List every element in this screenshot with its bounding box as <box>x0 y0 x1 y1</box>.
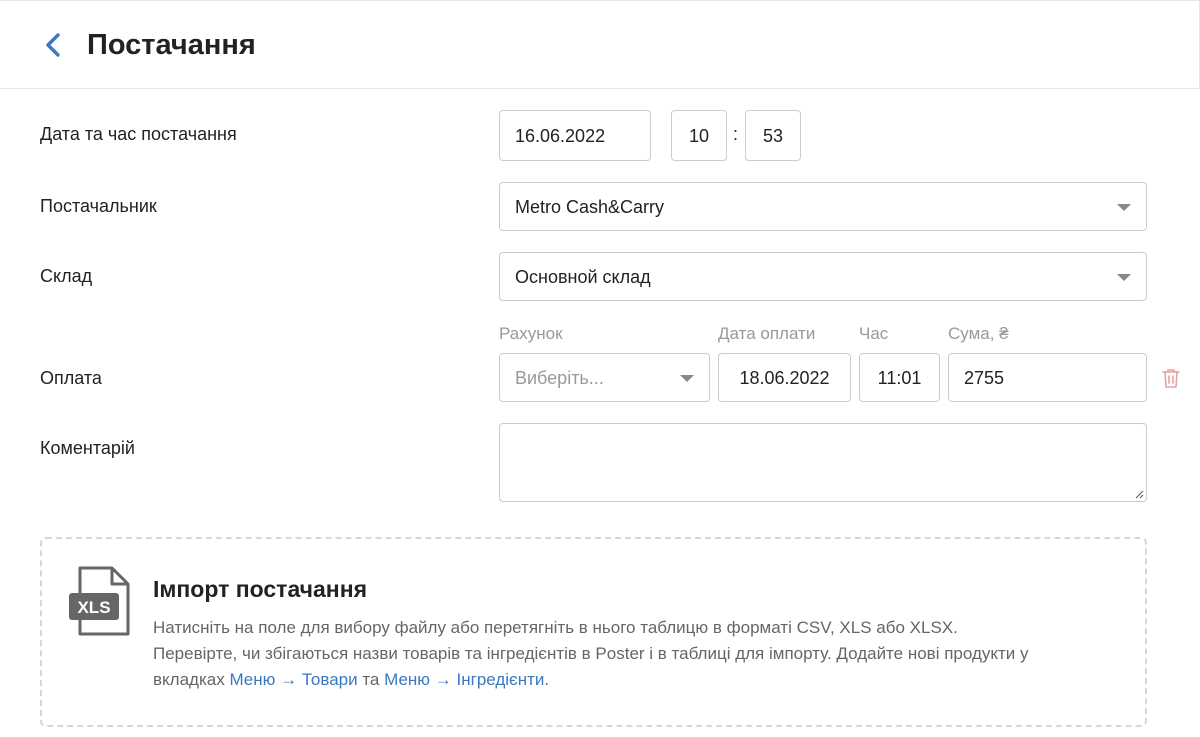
supply-hour-input[interactable]: 10 <box>671 110 727 161</box>
pay-date-label: Дата оплати <box>718 324 816 343</box>
warehouse-select[interactable]: Основной склад <box>499 252 1147 301</box>
chevron-left-icon <box>46 33 60 57</box>
back-button[interactable] <box>38 29 66 61</box>
pay-time-label: Час <box>859 324 889 343</box>
warehouse-value: Основной склад <box>515 266 651 287</box>
account-placeholder: Виберіть... <box>515 367 604 388</box>
import-text-middle: та <box>357 670 385 689</box>
pay-time-value: 11:01 <box>877 367 922 388</box>
xls-icon-text: XLS <box>77 598 110 617</box>
import-text-prefix: вкладках <box>153 670 230 689</box>
xls-file-icon: XLS <box>69 566 130 636</box>
pay-date-value: 18.06.2022 <box>739 367 830 388</box>
payment-label: Оплата <box>40 368 102 388</box>
import-text-line-1: Натисніть на поле для вибору файлу або п… <box>153 618 958 637</box>
supplier-value: Metro Cash&Carry <box>515 196 665 217</box>
page-title: Постачання <box>87 29 256 61</box>
supply-date-input[interactable]: 16.06.2022 <box>499 110 651 161</box>
sum-value: 2755 <box>964 367 1005 388</box>
supply-minute-value: 53 <box>762 125 784 146</box>
menu-ingredients-link[interactable]: Меню → Інгредієнти <box>384 670 544 689</box>
supplier-select[interactable]: Metro Cash&Carry <box>499 182 1147 231</box>
comment-label: Коментарій <box>40 438 135 458</box>
import-description: Натисніть на поле для вибору файлу або п… <box>153 615 1133 693</box>
supply-date-value: 16.06.2022 <box>515 125 606 146</box>
comment-textarea[interactable] <box>499 423 1147 502</box>
warehouse-label: Склад <box>40 266 93 286</box>
sum-label: Сума, ₴ <box>948 324 1009 343</box>
pay-time-input[interactable]: 11:01 <box>859 353 940 402</box>
import-text-line-2: Перевірте, чи збігаються назви товарів т… <box>153 644 1029 663</box>
import-title: Імпорт постачання <box>153 576 368 602</box>
resize-grip-icon[interactable] <box>1134 489 1144 499</box>
trash-icon <box>1162 369 1180 388</box>
account-label: Рахунок <box>499 324 563 343</box>
time-separator: : <box>733 124 739 144</box>
account-select[interactable]: Виберіть... <box>499 353 710 402</box>
page-header: Постачання <box>0 0 1200 89</box>
datetime-label: Дата та час постачання <box>40 124 237 144</box>
supply-minute-input[interactable]: 53 <box>745 110 801 161</box>
supplier-label: Постачальник <box>40 196 157 216</box>
import-text-suffix: . <box>544 670 550 689</box>
pay-date-input[interactable]: 18.06.2022 <box>718 353 851 402</box>
chevron-down-icon <box>680 374 694 382</box>
chevron-down-icon <box>1117 273 1131 281</box>
supply-hour-value: 10 <box>688 125 710 146</box>
import-text-line-3: вкладках Меню → Товари та Меню → Інгреді… <box>153 667 1133 693</box>
sum-input[interactable]: 2755 <box>948 353 1147 402</box>
menu-products-link[interactable]: Меню → Товари <box>229 670 357 689</box>
chevron-down-icon <box>1117 203 1131 211</box>
delete-payment-button[interactable] <box>1160 366 1182 390</box>
